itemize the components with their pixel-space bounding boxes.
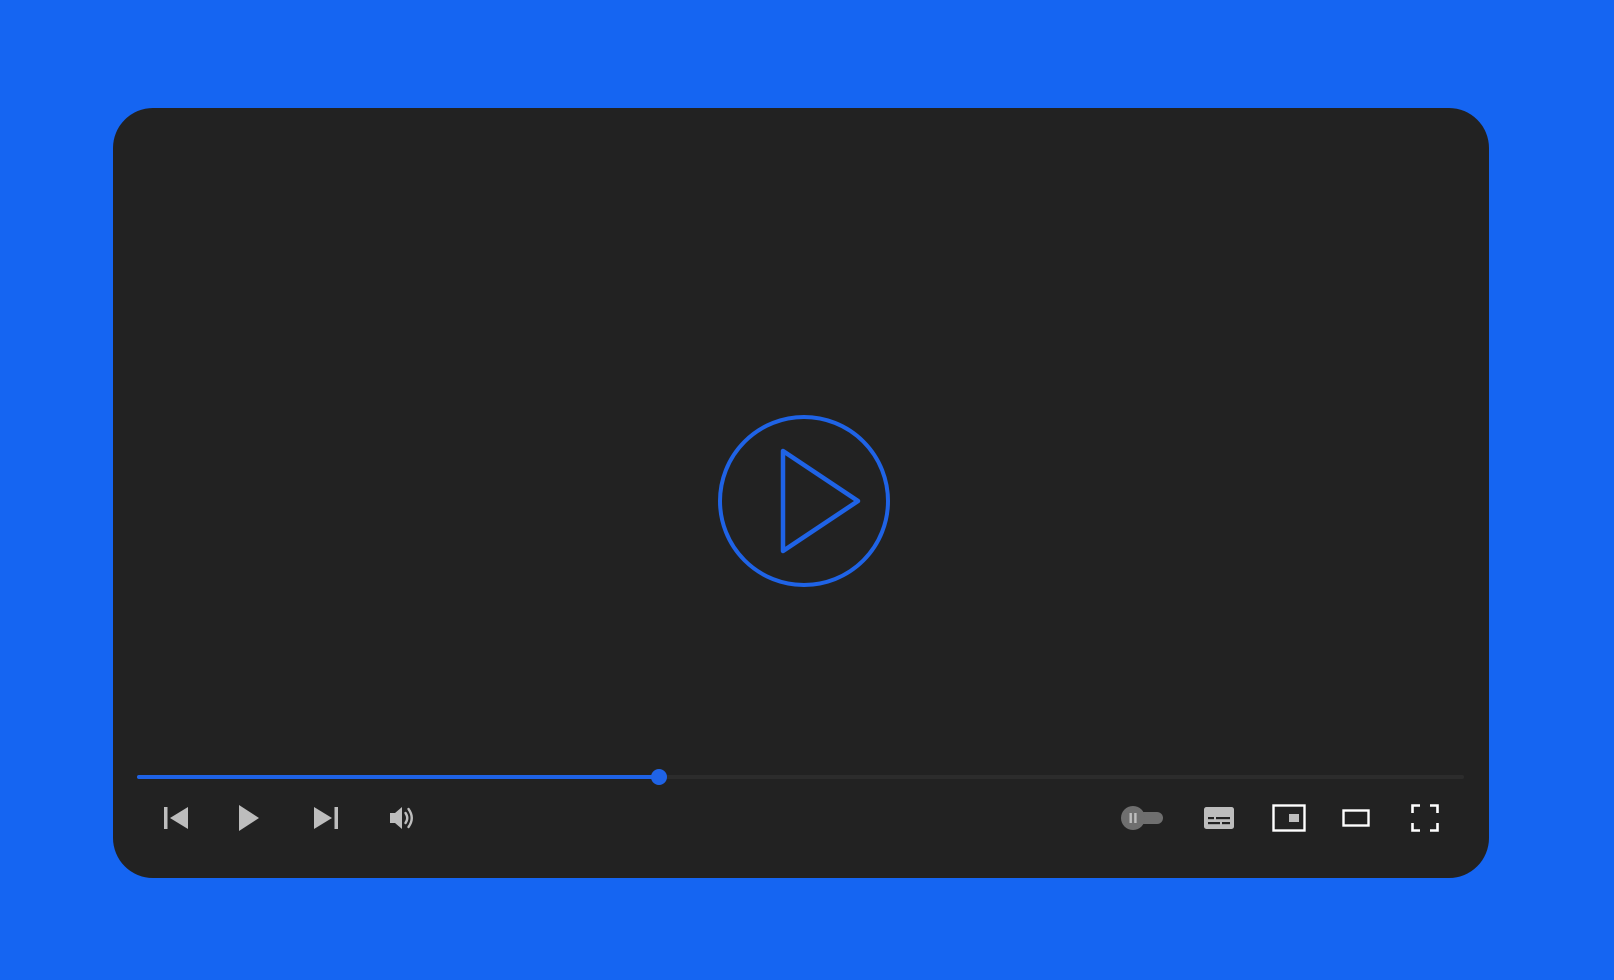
autoplay-toggle-icon <box>1121 806 1163 830</box>
volume-icon <box>390 807 413 829</box>
theater-mode-button[interactable] <box>1341 798 1371 838</box>
captions-button[interactable] <box>1202 798 1236 838</box>
progress-fill <box>137 775 659 779</box>
play-icon <box>239 805 259 831</box>
big-play-button[interactable] <box>716 413 892 589</box>
volume-button[interactable] <box>387 798 419 838</box>
play-circle-icon <box>718 415 890 587</box>
previous-button[interactable] <box>159 798 193 838</box>
skip-previous-icon <box>164 807 188 829</box>
progress-thumb[interactable] <box>650 769 667 785</box>
next-button[interactable] <box>309 798 343 838</box>
autoplay-toggle[interactable] <box>1119 798 1165 838</box>
captions-icon <box>1204 807 1234 829</box>
fullscreen-button[interactable] <box>1409 798 1441 838</box>
miniplayer-button[interactable] <box>1271 798 1307 838</box>
fullscreen-icon <box>1411 804 1439 832</box>
progress-bar[interactable] <box>137 769 1464 785</box>
video-player <box>113 108 1489 878</box>
skip-next-icon <box>314 807 338 829</box>
miniplayer-icon <box>1272 804 1306 832</box>
theater-mode-icon <box>1342 809 1370 827</box>
play-button[interactable] <box>234 798 264 838</box>
